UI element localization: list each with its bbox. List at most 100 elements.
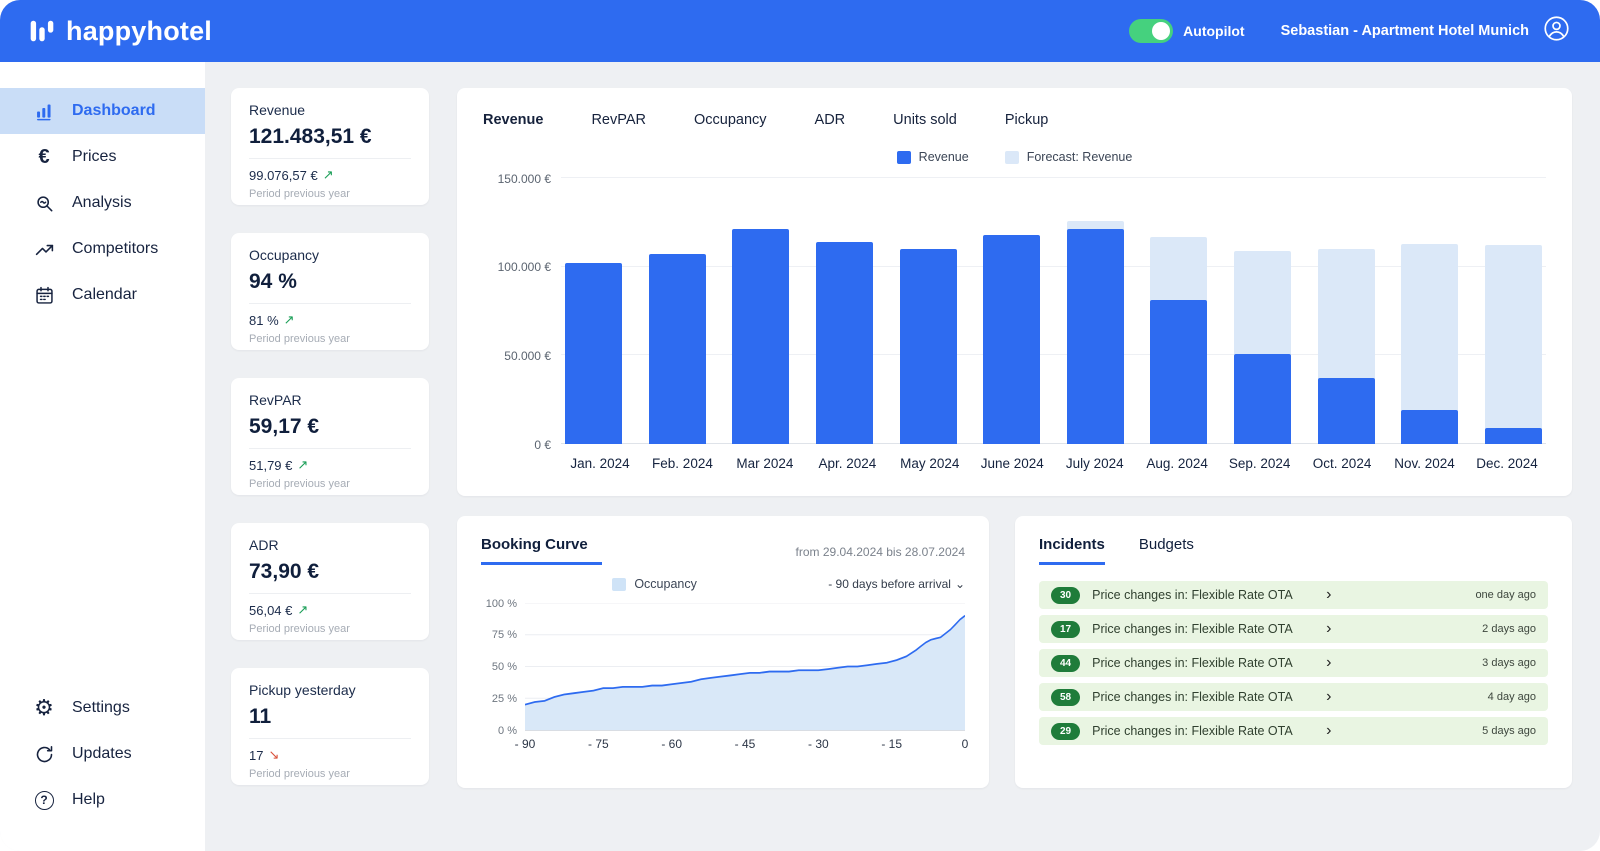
incident-time: 4 day ago [1487,691,1536,703]
booking-y-tick-label: 75 % [491,629,517,642]
y-axis-tick-label: 50.000 € [504,348,551,363]
chevron-right-icon[interactable]: › [1326,723,1331,739]
sidebar-item-analysis[interactable]: Analysis [0,180,205,226]
kpi-period-label: Period previous year [249,768,350,780]
sidebar-item-competitors[interactable]: Competitors [0,226,205,272]
dropdown-value: - 90 days before arrival [828,577,951,591]
sidebar-item-label: Analysis [72,194,132,211]
kpi-column: Revenue 121.483,51 € 99.076,57 € ↗ Period pr… [231,88,429,785]
tab-budgets[interactable]: Budgets [1139,536,1194,565]
incident-row[interactable]: 30 Price changes in: Flexible Rate OTA › on… [1039,581,1548,609]
calendar-icon [32,285,56,306]
kpi-title: Occupancy [249,247,320,263]
x-axis-tick-label: Dec. 2024 [1476,456,1538,471]
x-axis-tick-label: Apr. 2024 [818,456,877,471]
app-root: happyhotel Autopilot Sebastian - Apartme… [0,0,1600,851]
y-axis-tick-label: 150.000 € [497,171,551,186]
settings-icon: ⚙ [34,695,54,720]
tab-revpar[interactable]: RevPAR [591,112,646,134]
chevron-right-icon[interactable]: › [1326,655,1331,671]
user-menu[interactable]: Sebastian - Apartment Hotel Munich [1281,15,1570,47]
tab-adr[interactable]: ADR [815,112,846,134]
sidebar-item-updates[interactable]: Updates [0,731,205,777]
bars-container [561,178,1546,444]
sidebar-item-help[interactable]: ? Help [0,777,205,823]
chevron-right-icon[interactable]: › [1326,621,1331,637]
tab-units-sold[interactable]: Units sold [893,112,957,134]
tab-occupancy[interactable]: Occupancy [694,112,767,134]
sidebar-item-label: Help [72,791,105,808]
kpi-title: RevPAR [249,392,302,408]
incident-time: 3 days ago [1482,657,1536,669]
incidents-rows: 30 Price changes in: Flexible Rate OTA › on… [1039,581,1548,745]
tab-booking-curve[interactable]: Booking Curve [481,536,602,565]
help-icon: ? [32,790,56,810]
chart-tabs: Revenue RevPAR Occupancy ADR Units sold Picku… [483,112,1546,134]
kpi-value: 11 [249,705,272,728]
booking-x-tick-label: - 45 [734,737,756,751]
sidebar-item-prices[interactable]: € Prices [0,134,205,180]
tab-revenue[interactable]: Revenue [483,112,543,134]
revenue-bar-segment [1317,378,1375,444]
incident-row[interactable]: 44 Price changes in: Flexible Rate OTA › 3 … [1039,649,1548,677]
kpi-card-adr: ADR 73,90 € 56,04 € ↗ Period previous year [231,523,429,640]
sidebar-item-settings[interactable]: ⚙ Settings [0,685,205,731]
incident-row[interactable]: 17 Price changes in: Flexible Rate OTA › 2 … [1039,615,1548,643]
avatar-icon[interactable] [1543,15,1570,47]
bar-chart-plot: 0 € 50.000 € 100.000 € 150.000 € [498,172,1546,452]
chevron-right-icon[interactable]: › [1326,587,1331,603]
kpi-value: 59,17 € [249,415,320,438]
x-axis-tick-label: May 2024 [900,456,960,471]
happyhotel-logo-icon [28,17,56,45]
sidebar-item-label: Competitors [72,240,159,257]
booking-y-tick-label: 25 % [491,692,517,705]
tab-pickup[interactable]: Pickup [1005,112,1049,134]
x-axis-tick-label: Mar 2024 [736,456,794,471]
kpi-value: 73,90 € [249,560,320,583]
sidebar-item-label: Dashboard [72,102,156,119]
revenue-bar-segment [565,263,622,444]
bar-may-2024 [899,178,957,444]
kpi-value: 121.483,51 € [249,125,372,148]
autopilot-group: Autopilot [1129,19,1245,43]
incident-text: Price changes in: Flexible Rate OTA [1092,690,1293,704]
booking-x-tick-label: - 15 [881,737,902,751]
sidebar-item-dashboard[interactable]: Dashboard [0,88,205,134]
autopilot-toggle[interactable] [1129,19,1174,43]
revenue-bar-segment [1401,410,1459,444]
revenue-bar-segment [732,229,790,444]
incident-text: Price changes in: Flexible Rate OTA [1092,724,1293,738]
brand-name: happyhotel [66,15,213,46]
sidebar-nav: Dashboard € Prices Analysis Competitors Calen… [0,88,205,318]
bar-apr-2024 [815,178,873,444]
kpi-previous-value: 51,79 € ↗ [249,457,309,473]
sidebar-item-calendar[interactable]: Calendar [0,272,205,318]
bar-june-2024 [983,178,1041,444]
tab-incidents[interactable]: Incidents [1039,536,1105,565]
topbar: happyhotel Autopilot Sebastian - Apartme… [0,0,1600,62]
trend-up-icon: ↗ [283,312,295,327]
legend-item: Forecast: Revenue [1004,150,1132,164]
kpi-period-label: Period previous year [249,623,350,635]
incident-row[interactable]: 29 Price changes in: Flexible Rate OTA › 5 … [1039,717,1548,745]
divider [249,593,411,594]
legend-swatch [896,150,911,164]
y-axis-tick-label: 0 € [534,437,551,452]
x-axis-tick-label: Feb. 2024 [652,456,713,471]
brand-logo[interactable]: happyhotel [28,16,212,47]
divider [249,448,411,449]
incident-row[interactable]: 58 Price changes in: Flexible Rate OTA › 4 … [1039,683,1548,711]
incident-count-badge: 29 [1051,722,1081,740]
kpi-title: ADR [249,537,279,553]
bar-aug-2024 [1150,178,1208,444]
kpi-title: Revenue [249,102,306,118]
kpi-previous-value: 81 % ↗ [249,312,295,328]
bottom-row: Booking Curve from 29.04.2024 bis 28.07.… [457,516,1572,788]
revenue-bar-segment [648,254,706,444]
kpi-title: Pickup yesterday [249,682,356,698]
kpi-previous-value: 56,04 € ↗ [249,602,309,618]
chevron-down-icon: ⌄ [954,577,965,591]
chevron-right-icon[interactable]: › [1326,689,1331,705]
x-axis-tick-label: Nov. 2024 [1394,456,1455,471]
days-before-arrival-dropdown[interactable]: - 90 days before arrival ⌄ [828,577,965,591]
